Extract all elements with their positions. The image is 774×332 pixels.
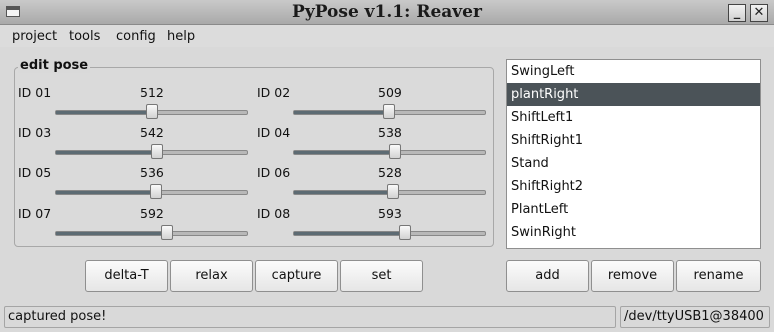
pose-list-item[interactable]: Stand	[507, 152, 760, 175]
edit-pose-title: edit pose	[18, 58, 91, 73]
servo-slider-handle[interactable]	[382, 104, 395, 119]
servo-slider-row: ID 08 593	[0, 206, 500, 246]
servo-slider-fill	[294, 191, 393, 194]
rename-button[interactable]: rename	[676, 260, 761, 292]
servo-value-label: 593	[378, 206, 402, 221]
pose-list-item[interactable]: SwingLeft	[507, 60, 760, 83]
pose-list[interactable]: SwingLeft plantRight ShiftLeft1 ShiftRig…	[506, 59, 761, 249]
close-button[interactable]: ✕	[750, 4, 768, 22]
servo-slider-fill	[294, 111, 389, 114]
servo-slider-track[interactable]	[293, 231, 486, 236]
menu-help[interactable]: help	[167, 29, 195, 44]
title-bar: PyPose v1.1: Reaver _ ✕	[0, 0, 774, 25]
port-status: /dev/ttyUSB1@38400	[620, 306, 770, 328]
servo-slider-handle[interactable]	[388, 144, 401, 159]
window-title: PyPose v1.1: Reaver	[292, 2, 482, 22]
delta-t-button[interactable]: delta-T	[85, 260, 168, 292]
menu-tools[interactable]: tools	[69, 29, 100, 44]
remove-button[interactable]: remove	[591, 260, 674, 292]
pose-list-item-selected[interactable]: plantRight	[507, 83, 760, 106]
servo-slider-row: ID 02 509	[0, 85, 500, 125]
servo-value-label: 538	[378, 125, 402, 140]
pose-list-item[interactable]: ShiftRight2	[507, 175, 760, 198]
servo-slider-fill	[294, 151, 395, 154]
servo-slider-handle[interactable]	[398, 225, 411, 240]
servo-slider-handle[interactable]	[386, 184, 399, 199]
menu-config[interactable]: config	[116, 29, 156, 44]
servo-value-label: 528	[378, 165, 402, 180]
set-button[interactable]: set	[340, 260, 423, 292]
servo-id-label: ID 04	[257, 125, 291, 140]
pose-list-item[interactable]: PlantLeft	[507, 198, 760, 221]
servo-id-label: ID 06	[257, 165, 291, 180]
minimize-button[interactable]: _	[728, 4, 746, 22]
servo-slider-row: ID 04 538	[0, 125, 500, 165]
add-button[interactable]: add	[506, 260, 589, 292]
menu-bar: project tools config help	[0, 25, 774, 47]
status-message: captured pose!	[4, 306, 616, 328]
relax-button[interactable]: relax	[170, 260, 253, 292]
pose-list-item[interactable]: ShiftRight1	[507, 129, 760, 152]
servo-slider-row: ID 06 528	[0, 165, 500, 205]
capture-button[interactable]: capture	[255, 260, 338, 292]
servo-id-label: ID 02	[257, 85, 291, 100]
menu-project[interactable]: project	[12, 29, 57, 44]
servo-slider-fill	[294, 232, 405, 235]
status-bar: captured pose! /dev/ttyUSB1@38400	[0, 302, 774, 332]
servo-id-label: ID 08	[257, 206, 291, 221]
pose-list-item[interactable]: SwinRight	[507, 221, 760, 244]
servo-value-label: 509	[378, 85, 402, 100]
pose-list-item[interactable]: ShiftLeft1	[507, 106, 760, 129]
